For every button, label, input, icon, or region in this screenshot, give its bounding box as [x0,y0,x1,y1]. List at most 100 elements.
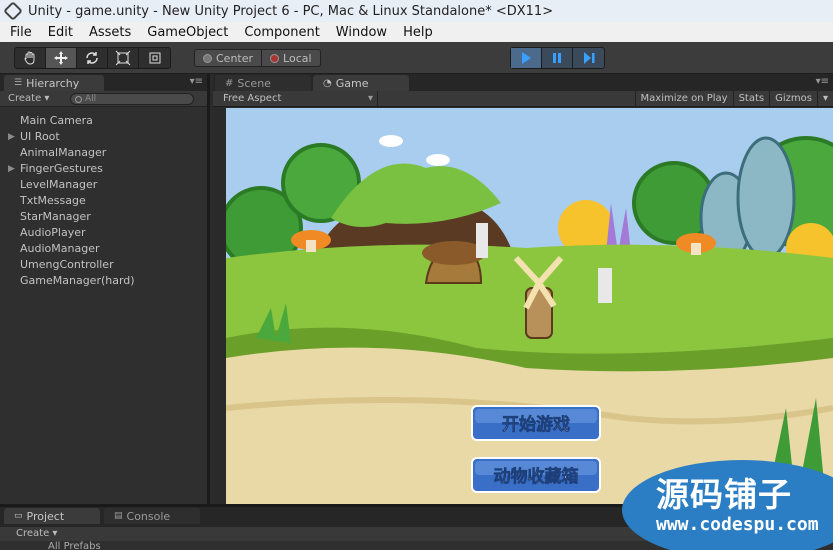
hierarchy-item[interactable]: ▶ FingerGestures [0,161,207,177]
hierarchy-item-label: AnimalManager [20,146,107,159]
hierarchy-item-label: AudioManager [20,242,100,255]
view-menu-icon[interactable]: ▾≡ [816,76,829,87]
console-icon: ▤ [114,511,123,521]
windmill-icon [598,268,612,303]
tab-game[interactable]: ◔ Game [313,75,409,91]
hierarchy-list-icon: ☰ [14,78,23,88]
tab-console[interactable]: ▤ Console [104,508,200,524]
menu-bar: File Edit Assets GameObject Component Wi… [0,22,833,42]
hierarchy-item[interactable]: TxtMessage [0,193,207,209]
panel-menu-icon[interactable]: ▾≡ [190,76,203,87]
pivot-controls: Center Local [194,49,321,67]
pivot-local-toggle[interactable]: Local [262,50,320,66]
game-view-panel: # Scene ◔ Game ▾≡ Free Aspect Maximize o… [213,74,833,504]
hierarchy-tabbar: ☰ Hierarchy ▾≡ [0,74,207,91]
tab-project[interactable]: ▭ Project [4,508,100,524]
start-game-label: 开始游戏 [502,414,570,435]
rotate-tool-button[interactable] [77,48,108,68]
menu-edit[interactable]: Edit [42,25,79,40]
rotate-icon [86,52,98,64]
hierarchy-create-dropdown[interactable]: Create ▾ [8,93,49,104]
gizmos-dropdown-icon[interactable]: ▾ [816,91,833,107]
project-tab-label: Project [26,509,65,523]
egg-rock-icon [736,136,796,260]
game-scene-illustration: 开始游戏 动物收藏箱 [226,108,833,504]
cloud-icon [426,154,450,166]
hierarchy-item-label: GameManager(hard) [20,274,135,287]
pause-button[interactable] [542,48,573,68]
scene-grid-icon: # [225,77,234,89]
hierarchy-item[interactable]: AudioManager [0,241,207,257]
stats-toggle[interactable]: Stats [732,91,770,107]
hierarchy-item[interactable]: GameManager(hard) [0,273,207,289]
hierarchy-item-label: AudioPlayer [20,226,86,239]
tab-hierarchy[interactable]: ☰ Hierarchy [4,75,104,91]
game-pacman-icon: ◔ [323,77,332,89]
playback-controls [510,47,605,69]
window-title: Unity - game.unity - New Unity Project 6… [28,3,554,19]
aspect-dropdown[interactable]: Free Aspect [213,91,378,107]
rect-tool-button[interactable] [139,48,170,68]
menu-help[interactable]: Help [397,25,439,40]
hierarchy-item-label: LevelManager [20,178,98,191]
windmill-icon [476,223,488,258]
watermark-url: www.codespu.com [656,514,819,535]
all-prefabs-item[interactable]: All Prefabs [48,541,101,550]
pivot-local-label: Local [283,51,312,65]
project-create-dropdown[interactable]: Create ▾ [16,528,57,539]
move-tool-button[interactable] [46,48,77,68]
center-icon [203,53,212,63]
rect-transform-icon [149,52,160,64]
play-button[interactable] [511,48,542,68]
project-create-label: Create [16,528,50,539]
hierarchy-item[interactable]: AnimalManager [0,145,207,161]
create-label: Create [8,93,42,104]
move-arrows-icon [54,51,68,65]
menu-window[interactable]: Window [330,25,393,40]
tab-scene[interactable]: # Scene [215,75,311,91]
hierarchy-item[interactable]: StarManager [0,209,207,225]
menu-component[interactable]: Component [238,25,325,40]
hierarchy-item-label: Main Camera [20,114,93,127]
unity-logo-icon [3,1,23,21]
play-icon [522,52,531,64]
pause-icon [553,53,561,63]
watermark-name: 源码铺子 [656,475,792,514]
cloud-icon [379,135,403,147]
maximize-on-play-toggle[interactable]: Maximize on Play [634,91,733,107]
step-button[interactable] [573,48,604,68]
search-placeholder: All [85,94,97,104]
scale-tool-button[interactable] [108,48,139,68]
console-tab-label: Console [126,509,171,523]
expand-arrow-icon[interactable]: ▶ [8,129,15,145]
step-forward-icon [583,52,594,64]
title-bar: Unity - game.unity - New Unity Project 6… [0,0,833,22]
hand-icon [24,51,35,65]
pivot-center-toggle[interactable]: Center [195,50,263,66]
hand-tool-button[interactable] [15,48,46,68]
hierarchy-item[interactable]: LevelManager [0,177,207,193]
menu-gameobject[interactable]: GameObject [141,25,234,40]
hierarchy-list: Main Camera ▶ UI Root AnimalManager ▶ FingerG… [0,107,207,289]
pivot-center-label: Center [216,51,254,65]
hierarchy-item-label: StarManager [20,210,91,223]
gizmos-toggle[interactable]: Gizmos [769,91,817,107]
hierarchy-item[interactable]: Main Camera [0,113,207,129]
scene-tab-label: Scene [237,76,271,90]
hierarchy-item[interactable]: UmengController [0,257,207,273]
menu-assets[interactable]: Assets [83,25,137,40]
hierarchy-search-input[interactable]: All [70,93,194,105]
expand-arrow-icon[interactable]: ▶ [8,161,15,177]
scale-icon [115,50,131,66]
hierarchy-item[interactable]: AudioPlayer [0,225,207,241]
hierarchy-item-label: TxtMessage [20,194,86,207]
hierarchy-subbar: Create ▾ All [0,91,207,107]
game-canvas[interactable]: 开始游戏 动物收藏箱 [226,108,833,504]
menu-file[interactable]: File [4,25,38,40]
main-toolbar: Center Local [0,42,833,74]
view-tabbar: # Scene ◔ Game ▾≡ [213,74,833,91]
hierarchy-item-label: FingerGestures [20,162,103,175]
folder-icon: ▭ [14,511,23,521]
aspect-label: Free Aspect [223,93,282,104]
hierarchy-item[interactable]: ▶ UI Root [0,129,207,145]
